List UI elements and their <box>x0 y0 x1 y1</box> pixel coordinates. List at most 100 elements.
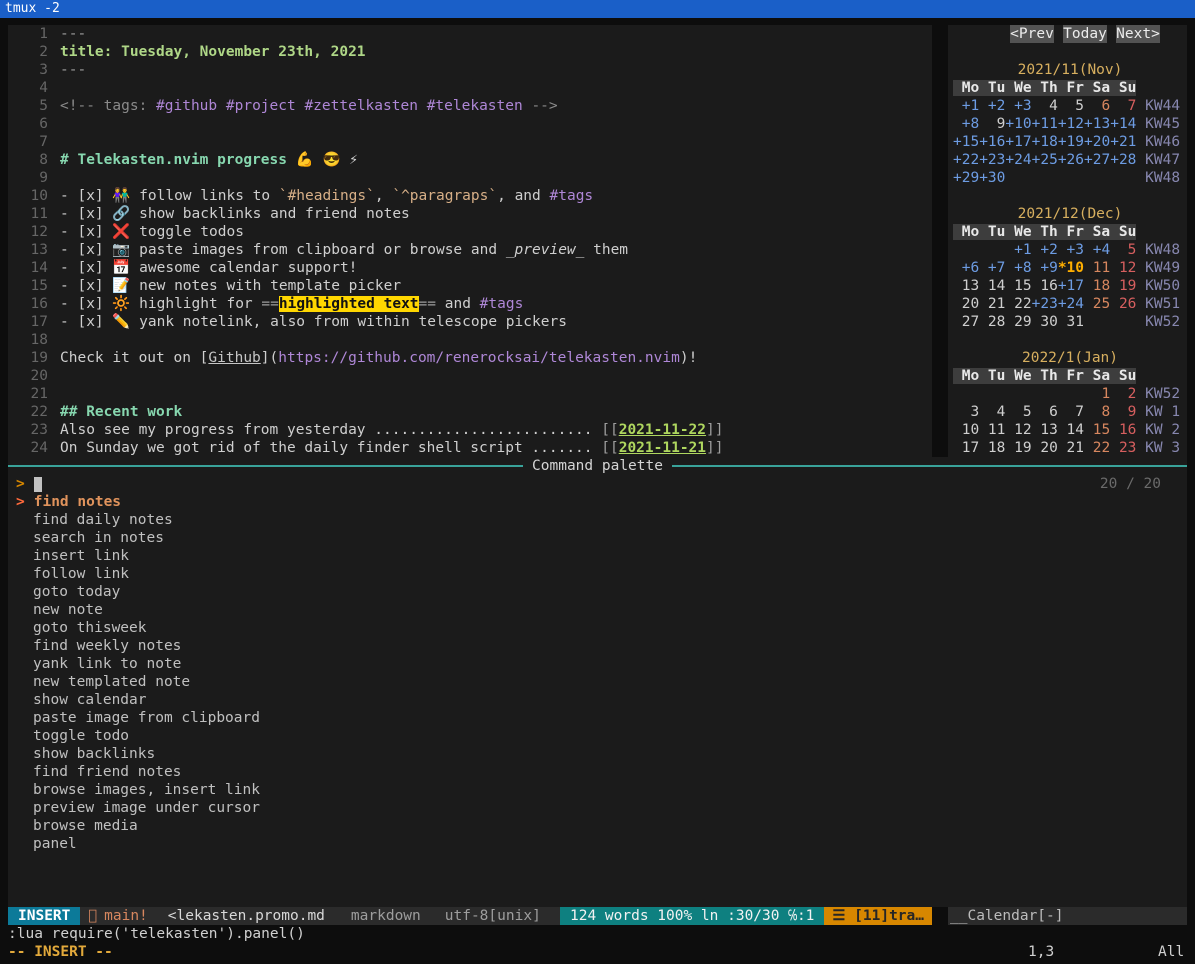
editor-line[interactable]: 1--- <box>8 25 932 43</box>
palette-item[interactable]: show calendar <box>8 691 1187 709</box>
editor-line[interactable]: 10- [x] 👫 follow links to `#headings`, `… <box>8 187 932 205</box>
editor-line[interactable]: 23Also see my progress from yesterday ..… <box>8 421 932 439</box>
palette-prompt-input[interactable]: > 20 / 20 <box>8 475 1187 493</box>
calendar-day[interactable]: +27 <box>1084 152 1110 168</box>
calendar-next-button[interactable]: Next> <box>1116 25 1160 43</box>
calendar-day[interactable]: 21 <box>1058 440 1084 456</box>
calendar-day[interactable]: 25 <box>1084 296 1110 312</box>
calendar-day[interactable]: +9 <box>1032 260 1058 276</box>
palette-item[interactable]: paste image from clipboard <box>8 709 1187 727</box>
editor-line[interactable]: 6 <box>8 115 932 133</box>
calendar-day[interactable]: +24 <box>1005 152 1031 168</box>
calendar-day[interactable]: 11 <box>1084 260 1110 276</box>
calendar-day[interactable]: 29 <box>1005 314 1031 330</box>
editor-line[interactable]: 18 <box>8 331 932 349</box>
editor-line[interactable]: 20 <box>8 367 932 385</box>
calendar-day[interactable]: +3 <box>1005 98 1031 114</box>
palette-item[interactable]: find daily notes <box>8 511 1187 529</box>
calendar-day[interactable]: +7 <box>979 260 1005 276</box>
calendar-day[interactable]: 20 <box>1032 440 1058 456</box>
calendar-day[interactable]: +10 <box>1005 116 1031 132</box>
calendar-day[interactable]: +24 <box>1058 296 1084 312</box>
text-segment-ur[interactable]: https://github.com/renerocksai/telekaste… <box>278 350 680 366</box>
calendar-day[interactable]: +2 <box>1032 242 1058 258</box>
palette-item[interactable]: panel <box>8 835 1187 853</box>
calendar-day[interactable]: 20 <box>953 296 979 312</box>
editor-line[interactable]: 2title: Tuesday, November 23th, 2021 <box>8 43 932 61</box>
calendar-window[interactable]: <Prev Today Next> 2021/11(Nov) Mo Tu We … <box>948 25 1187 457</box>
editor-line[interactable]: 9 <box>8 169 932 187</box>
text-segment-wl[interactable]: 2021-11-22 <box>619 422 706 438</box>
calendar-day[interactable]: 5 <box>1110 242 1136 258</box>
palette-item[interactable]: preview image under cursor <box>8 799 1187 817</box>
calendar-day[interactable]: 26 <box>1110 296 1136 312</box>
calendar-day[interactable]: 19 <box>1110 278 1136 294</box>
editor-line[interactable]: 12- [x] ❌ toggle todos <box>8 223 932 241</box>
calendar-day[interactable]: +20 <box>1084 134 1110 150</box>
calendar-day[interactable]: 16 <box>1032 278 1058 294</box>
editor-line[interactable]: 4 <box>8 79 932 97</box>
palette-item[interactable]: find friend notes <box>8 763 1187 781</box>
text-segment-tg[interactable]: #github <box>156 98 217 114</box>
calendar-day[interactable]: +21 <box>1110 134 1136 150</box>
calendar-day[interactable]: 1 <box>1084 386 1110 402</box>
editor-window[interactable]: 1---2title: Tuesday, November 23th, 2021… <box>8 25 932 457</box>
calendar-day[interactable]: +26 <box>1058 152 1084 168</box>
palette-item[interactable]: follow link <box>8 565 1187 583</box>
calendar-day[interactable]: 14 <box>979 278 1005 294</box>
palette-item[interactable]: find weekly notes <box>8 637 1187 655</box>
text-segment-lk[interactable]: Github <box>208 350 260 366</box>
palette-item[interactable]: new note <box>8 601 1187 619</box>
editor-line[interactable]: 5<!-- tags: #github #project #zettelkast… <box>8 97 932 115</box>
calendar-day[interactable]: +3 <box>1058 242 1084 258</box>
editor-line[interactable]: 19Check it out on [Github](https://githu… <box>8 349 932 367</box>
calendar-day[interactable]: 13 <box>1032 422 1058 438</box>
calendar-day[interactable]: 4 <box>1032 98 1058 114</box>
calendar-day[interactable]: 19 <box>1005 440 1031 456</box>
palette-item[interactable]: show backlinks <box>8 745 1187 763</box>
calendar-day[interactable]: 22 <box>1005 296 1031 312</box>
calendar-day[interactable]: +30 <box>979 170 1005 186</box>
calendar-day[interactable]: +17 <box>1005 134 1031 150</box>
calendar-day[interactable]: +2 <box>979 98 1005 114</box>
editor-line[interactable]: 15- [x] 📝 new notes with template picker <box>8 277 932 295</box>
editor-line[interactable]: 22## Recent work <box>8 403 932 421</box>
text-segment-tg[interactable]: #tags <box>550 188 594 204</box>
calendar-day[interactable]: 15 <box>1084 422 1110 438</box>
calendar-day[interactable]: 8 <box>1084 404 1110 420</box>
editor-line[interactable]: 16- [x] 🔆 highlight for ==highlighted te… <box>8 295 932 313</box>
calendar-day[interactable]: +17 <box>1058 278 1084 294</box>
calendar-day[interactable]: 5 <box>1005 404 1031 420</box>
calendar-day[interactable]: +19 <box>1058 134 1084 150</box>
calendar-day[interactable]: 28 <box>979 314 1005 330</box>
calendar-day[interactable]: +25 <box>1032 152 1058 168</box>
calendar-day[interactable]: 12 <box>1005 422 1031 438</box>
calendar-day[interactable]: 22 <box>1084 440 1110 456</box>
calendar-day[interactable]: +1 <box>953 98 979 114</box>
calendar-day[interactable]: 6 <box>1084 98 1110 114</box>
calendar-day[interactable]: 15 <box>1005 278 1031 294</box>
calendar-day[interactable]: 23 <box>1110 440 1136 456</box>
calendar-day[interactable]: +23 <box>1032 296 1058 312</box>
calendar-day[interactable]: 9 <box>1110 404 1136 420</box>
calendar-day[interactable]: +16 <box>979 134 1005 150</box>
calendar-day[interactable]: 13 <box>953 278 979 294</box>
editor-line[interactable]: 21 <box>8 385 932 403</box>
palette-item[interactable]: search in notes <box>8 529 1187 547</box>
calendar-day[interactable]: 7 <box>1110 98 1136 114</box>
calendar-day[interactable]: 18 <box>979 440 1005 456</box>
calendar-day[interactable]: 2 <box>1110 386 1136 402</box>
calendar-day[interactable]: 3 <box>953 404 979 420</box>
palette-item[interactable]: toggle todo <box>8 727 1187 745</box>
calendar-day[interactable]: 9 <box>979 116 1005 132</box>
calendar-day[interactable]: 10 <box>953 422 979 438</box>
calendar-day[interactable]: 11 <box>979 422 1005 438</box>
palette-selected-row[interactable]: > find notes <box>8 493 1187 511</box>
calendar-day[interactable]: 18 <box>1084 278 1110 294</box>
calendar-day[interactable]: 16 <box>1110 422 1136 438</box>
palette-item[interactable]: yank link to note <box>8 655 1187 673</box>
calendar-day[interactable]: +11 <box>1032 116 1058 132</box>
text-segment-tg[interactable]: #telekasten <box>427 98 523 114</box>
calendar-day[interactable]: *10 <box>1058 260 1084 276</box>
calendar-day[interactable]: +13 <box>1084 116 1110 132</box>
